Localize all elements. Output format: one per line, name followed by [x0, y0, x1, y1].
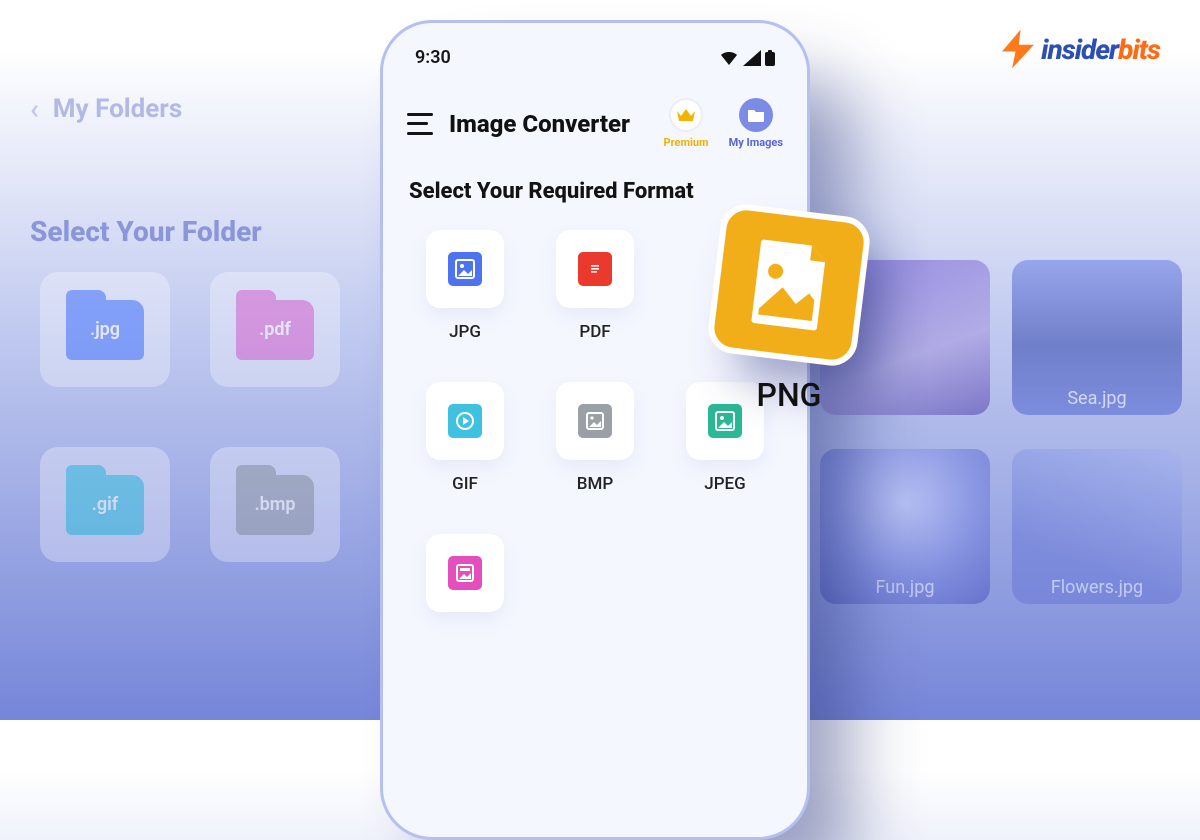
feature-format-card[interactable] — [705, 201, 872, 368]
battery-icon — [765, 50, 775, 66]
gallery-thumb: Flowers.jpg — [1012, 449, 1182, 604]
folder-icon: .gif — [66, 475, 144, 535]
back-header: ‹ My Folders — [0, 80, 420, 125]
image-icon — [736, 232, 843, 339]
chevron-left-icon: ‹ — [30, 92, 39, 125]
format-tile-webp[interactable]: WEBP — [411, 534, 519, 612]
crown-icon — [676, 107, 696, 123]
folders-section-title: Select Your Folder — [0, 125, 420, 272]
folder-icon: .bmp — [236, 475, 314, 535]
folder-tile: .gif — [40, 447, 170, 562]
document-icon — [578, 252, 612, 286]
gallery-thumb: Fun.jpg — [820, 449, 990, 604]
status-bar: 9:30 — [383, 23, 807, 76]
format-label: BMP — [577, 474, 613, 494]
format-tile-jpg[interactable]: JPG — [411, 230, 519, 342]
feature-format-label: PNG — [714, 376, 864, 414]
image-icon — [448, 556, 482, 590]
status-time: 9:30 — [415, 47, 451, 68]
background-folders-screen: ‹ My Folders Select Your Folder .jpg .pd… — [0, 80, 420, 562]
app-title: Image Converter — [449, 110, 630, 138]
premium-label: Premium — [663, 136, 708, 149]
menu-icon[interactable] — [407, 113, 433, 135]
format-label: PDF — [579, 322, 610, 342]
format-label: JPEG — [704, 474, 745, 494]
brand-text-2: bits — [1118, 33, 1160, 66]
background-gallery-screen: Sea.jpg Fun.jpg Flowers.jpg — [820, 260, 1200, 604]
my-images-label: My Images — [729, 136, 783, 149]
status-icons — [719, 50, 775, 66]
image-icon — [578, 404, 612, 438]
app-bar: Image Converter Premium My Images — [383, 76, 807, 157]
gallery-thumb: Sea.jpg — [1012, 260, 1182, 415]
folder-icon — [747, 108, 765, 122]
bolt-icon — [997, 28, 1039, 70]
play-circle-icon — [448, 404, 482, 438]
brand-logo: insiderbits — [997, 28, 1160, 70]
format-tile-bmp[interactable]: BMP — [541, 382, 649, 494]
folder-tile: .bmp — [210, 447, 340, 562]
folder-icon: .jpg — [66, 300, 144, 360]
my-images-button[interactable]: My Images — [729, 98, 783, 149]
format-tile-gif[interactable]: GIF — [411, 382, 519, 494]
folder-icon: .pdf — [236, 300, 314, 360]
format-tile-pdf[interactable]: PDF — [541, 230, 649, 342]
format-label: GIF — [452, 474, 478, 494]
folder-tile: .pdf — [210, 272, 340, 387]
back-title: My Folders — [53, 94, 182, 124]
phone-frame: 9:30 Image Converter Premium My Images S… — [380, 20, 810, 840]
brand-text-1: insider — [1041, 33, 1118, 66]
premium-button[interactable]: Premium — [663, 98, 708, 149]
signal-icon — [743, 50, 761, 66]
image-icon — [448, 252, 482, 286]
folder-tile: .jpg — [40, 272, 170, 387]
wifi-icon — [719, 50, 739, 66]
format-label: JPG — [449, 322, 481, 342]
